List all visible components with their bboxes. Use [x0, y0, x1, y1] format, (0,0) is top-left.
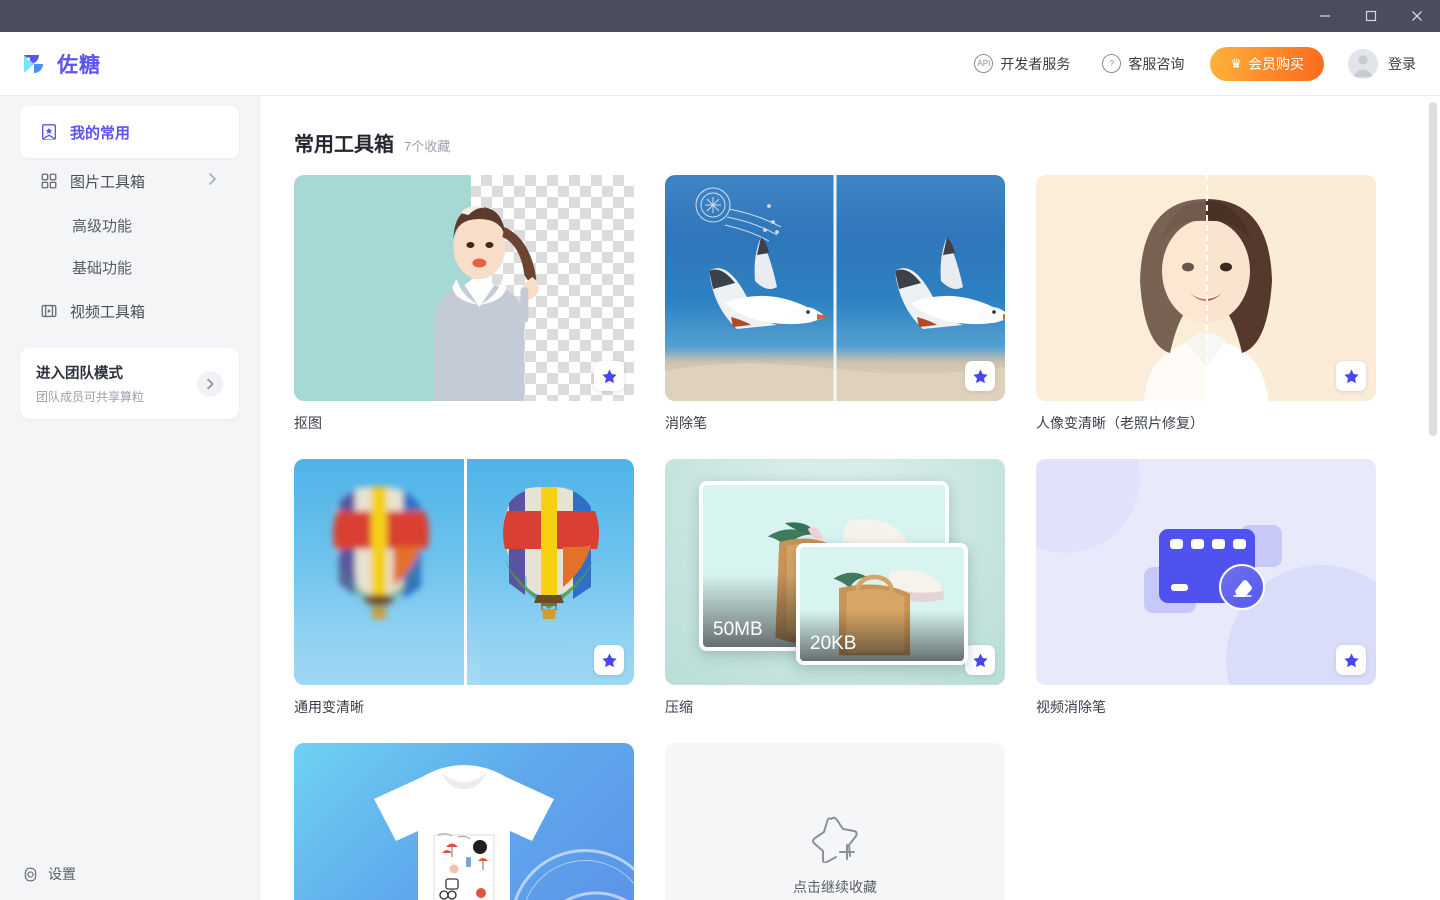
add-favorite-label: 点击继续收藏	[793, 879, 877, 895]
login-label: 登录	[1388, 55, 1416, 72]
gear-icon	[24, 866, 37, 882]
bookmark-star-icon	[42, 124, 56, 140]
tool-card-video-eraser[interactable]: 视频消除笔	[1036, 459, 1376, 731]
star-filled-icon	[601, 369, 617, 383]
page-header: 常用工具箱 7个收藏	[294, 128, 1440, 157]
team-mode-subtitle: 团队成员可共享算粒	[36, 390, 145, 404]
favorite-badge[interactable]	[965, 645, 995, 675]
tool-card-grid: 抠图 消除笔 人像变清晰（老照片修复） 通用变清晰 50MB 20KB 压缩 视…	[294, 175, 1440, 900]
page-title: 常用工具箱	[294, 134, 394, 156]
tool-card-thumbnail	[1036, 175, 1376, 401]
star-filled-icon	[972, 653, 988, 667]
tool-card-thumbnail: 50MB 20KB	[665, 459, 1005, 685]
film-icon	[41, 304, 57, 318]
tool-card-portrait-enhance[interactable]: 人像变清晰（老照片修复）	[1036, 175, 1376, 447]
add-favorite-card[interactable]: 点击继续收藏	[665, 743, 1005, 900]
star-filled-icon	[1343, 653, 1359, 667]
seagull-illustration	[665, 175, 1005, 401]
customer-support-button[interactable]: ? 客服咨询	[1086, 54, 1200, 74]
grid-icon	[41, 173, 57, 189]
developer-service-label: 开发者服务	[1000, 55, 1071, 72]
sidebar-item-label: 我的常用	[70, 124, 131, 142]
favorite-badge[interactable]	[965, 361, 995, 391]
before-after-divider	[464, 459, 467, 685]
team-mode-title: 进入团队模式	[36, 366, 123, 382]
chevron-right-icon	[205, 172, 219, 190]
favorites-count: 7个收藏	[404, 139, 451, 154]
settings-label: 设置	[48, 866, 76, 882]
eraser-icon	[1219, 564, 1265, 610]
sidebar-item-label: 图片工具箱	[70, 173, 146, 191]
favorite-badge[interactable]	[1336, 645, 1366, 675]
brand-logo[interactable]: 佐糖	[20, 49, 101, 79]
main-scrollbar-thumb[interactable]	[1429, 102, 1437, 436]
brand-name: 佐糖	[57, 53, 101, 77]
customer-support-label: 客服咨询	[1128, 55, 1185, 72]
seagull-right	[895, 237, 1005, 329]
team-mode-card[interactable]: 进入团队模式 团队成员可共享算粒	[20, 348, 239, 419]
before-after-divider	[1206, 175, 1208, 401]
tool-card-thumbnail	[294, 175, 634, 401]
app-body: 我的常用 图片工具箱 高级功能 基础功能 视频工具箱 进入团队模式 团队成员可共…	[0, 96, 1440, 900]
tool-card-object-eraser[interactable]: 消除笔	[665, 175, 1005, 447]
developer-service-button[interactable]: API 开发者服务	[958, 54, 1086, 74]
star-filled-icon	[601, 653, 617, 667]
question-icon: ?	[1102, 54, 1122, 73]
tool-card-label: 视频消除笔	[1036, 699, 1106, 715]
favorite-badge[interactable]	[594, 645, 624, 675]
cutout-subject-illustration	[434, 205, 539, 401]
star-plus-icon	[812, 816, 858, 863]
api-icon: API	[974, 54, 994, 73]
sidebar-item-basic-features[interactable]: 基础功能	[20, 246, 239, 288]
tool-card-compress[interactable]: 50MB 20KB 压缩	[665, 459, 1005, 731]
tool-card-thumbnail	[1036, 459, 1376, 685]
sidebar-item-label: 基础功能	[72, 259, 133, 277]
add-favorite-placeholder[interactable]: 点击继续收藏	[665, 743, 1005, 900]
vip-purchase-button[interactable]: ♛ 会员购买	[1210, 46, 1324, 81]
sidebar-item-advanced-features[interactable]: 高级功能	[20, 204, 239, 246]
tool-card-label: 通用变清晰	[294, 699, 364, 715]
window-minimize-button[interactable]	[1302, 0, 1348, 32]
window-maximize-button[interactable]	[1348, 0, 1394, 32]
tool-card-thumbnail	[665, 175, 1005, 401]
sidebar-item-label: 视频工具箱	[70, 303, 146, 321]
tool-card-thumbnail	[294, 459, 634, 685]
seagull-left	[709, 237, 829, 329]
tool-card-label: 消除笔	[665, 415, 707, 431]
compress-size-after: 20KB	[810, 633, 857, 654]
sidebar: 我的常用 图片工具箱 高级功能 基础功能 视频工具箱 进入团队模式 团队成员可共…	[0, 96, 260, 900]
crown-icon: ♛	[1230, 56, 1242, 71]
app-header: 佐糖 API 开发者服务 ? 客服咨询 ♛ 会员购买 登录	[0, 32, 1440, 96]
sidebar-item-label: 高级功能	[72, 217, 133, 235]
tool-card-label: 压缩	[665, 699, 693, 715]
main-scrollbar-track[interactable]	[1426, 96, 1440, 900]
star-filled-icon	[972, 369, 988, 383]
window-close-button[interactable]	[1394, 0, 1440, 32]
logo-icon	[24, 54, 43, 73]
tool-card-cutout[interactable]: 抠图	[294, 175, 634, 447]
tool-card-label: 人像变清晰（老照片修复）	[1036, 415, 1204, 431]
tool-card-thumbnail: 添加	[294, 743, 634, 900]
settings-button[interactable]: 设置	[0, 864, 259, 884]
star-filled-icon	[1343, 369, 1359, 383]
compress-size-before: 50MB	[713, 619, 763, 640]
chevron-right-icon	[197, 370, 223, 397]
window-titlebar	[0, 0, 1440, 32]
compress-result-photo: 20KB	[796, 543, 968, 665]
favorite-badge[interactable]	[594, 361, 624, 391]
vip-purchase-label: 会员购买	[1248, 55, 1304, 72]
header-actions: API 开发者服务 ? 客服咨询 ♛ 会员购买 登录	[958, 46, 1416, 81]
login-button[interactable]: 登录	[1348, 48, 1416, 79]
tool-card-label: 抠图	[294, 415, 322, 431]
tool-card-tshirt-design[interactable]: 添加	[294, 743, 634, 900]
avatar	[1348, 48, 1378, 79]
favorite-badge[interactable]	[1336, 361, 1366, 391]
main-content: 常用工具箱 7个收藏 抠图 消除笔 人像变清晰（老照片修复） 通用变清晰 50M…	[260, 96, 1440, 900]
sidebar-item-video-toolbox[interactable]: 视频工具箱	[20, 288, 239, 334]
sidebar-item-image-toolbox[interactable]: 图片工具箱	[20, 158, 239, 204]
sidebar-item-my-favorites[interactable]: 我的常用	[20, 106, 239, 158]
tool-card-general-enhance[interactable]: 通用变清晰	[294, 459, 634, 731]
